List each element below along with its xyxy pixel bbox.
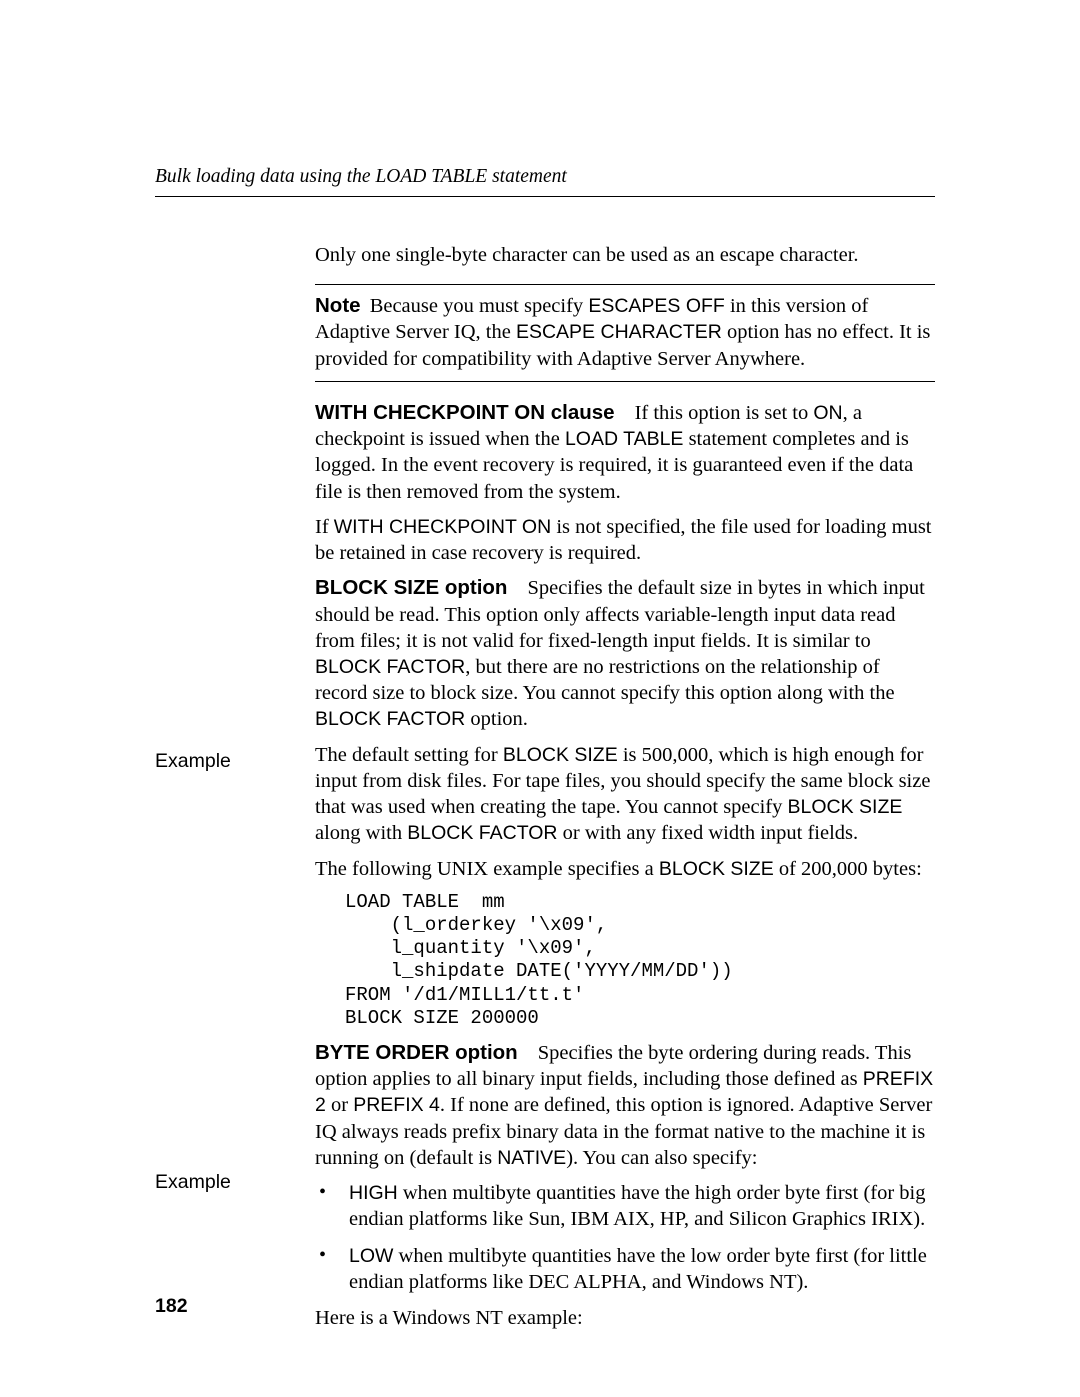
note-escapes-off: ESCAPES OFF [588,295,725,317]
bs1c: option. [465,708,528,730]
body-column: Only one single-byte character can be us… [315,242,935,1331]
bullet-high-kw: HIGH [349,1182,398,1204]
code-block-1: LOAD TABLE mm (l_orderkey '\x09', l_quan… [345,891,935,1030]
bullet-high: HIGH when multibyte quantities have the … [315,1180,935,1232]
wcp2a: If [315,516,334,538]
bo-prefix4: PREFIX 4 [353,1094,440,1116]
with-checkpoint-paragraph-1: WITH CHECKPOINT ON clause If this option … [315,400,935,505]
bs2c: along with [315,822,407,844]
bo-native: NATIVE [497,1147,566,1169]
wcp1a: If this option is set to [635,402,814,424]
with-checkpoint-paragraph-2: If WITH CHECKPOINT ON is not specified, … [315,514,935,566]
example1-intro: The following UNIX example specifies a B… [315,856,935,882]
note-escape-char: ESCAPE CHARACTER [516,321,722,343]
ex1-bs: BLOCK SIZE [659,858,774,880]
bs1-bf2: BLOCK FACTOR [315,708,465,730]
running-header: Bulk loading data using the LOAD TABLE s… [155,165,935,190]
byte-order-bullet-list: HIGH when multibyte quantities have the … [315,1180,935,1295]
ex1b: of 200,000 bytes: [774,858,922,880]
byte-order-paragraph: BYTE ORDER optionSpecifies the byte orde… [315,1040,935,1171]
wcp1-on: ON [813,402,842,424]
page-number: 182 [155,1294,188,1319]
bs1-bf1: BLOCK FACTOR [315,656,465,678]
ex1a: The following UNIX example specifies a [315,858,659,880]
with-checkpoint-runin: WITH CHECKPOINT ON clause [315,401,615,424]
bo1b: or [326,1094,353,1116]
note-text-before: Because you must specify [370,295,589,317]
wcp2-wcpon: WITH CHECKPOINT ON [334,516,551,538]
note-paragraph: Note Because you must specify ESCAPES OF… [315,293,935,372]
page-container: Bulk loading data using the LOAD TABLE s… [0,0,1080,1397]
block-size-paragraph-2: The default setting for BLOCK SIZE is 50… [315,742,935,847]
note-rule-bottom [315,381,935,382]
block-size-runin: BLOCK SIZE option [315,576,507,599]
bs2-bf3: BLOCK FACTOR [407,822,557,844]
side-label-example-1: Example [155,749,231,774]
note-rule-top [315,284,935,285]
bs2d: or with any fixed width input fields. [558,822,859,844]
bullet-high-text: when multibyte quantities have the high … [349,1182,926,1230]
example2-intro: Here is a Windows NT example: [315,1305,935,1331]
note-label: Note [315,294,361,317]
block-size-paragraph-1: BLOCK SIZE optionSpecifies the default s… [315,575,935,732]
bullet-low-text: when multibyte quantities have the low o… [349,1245,927,1293]
side-label-example-2: Example [155,1170,231,1195]
bullet-low: LOW when multibyte quantities have the l… [315,1243,935,1295]
paragraph-escape-line: Only one single-byte character can be us… [315,242,935,268]
bs2-bs2: BLOCK SIZE [788,796,903,818]
bs2-bs1: BLOCK SIZE [503,744,618,766]
bo1d: ). You can also specify: [566,1147,757,1169]
byte-order-runin: BYTE ORDER option [315,1041,518,1064]
header-rule [155,196,935,197]
wcp1-lt: LOAD TABLE [565,428,684,450]
bs2a: The default setting for [315,744,503,766]
bullet-low-kw: LOW [349,1245,393,1267]
